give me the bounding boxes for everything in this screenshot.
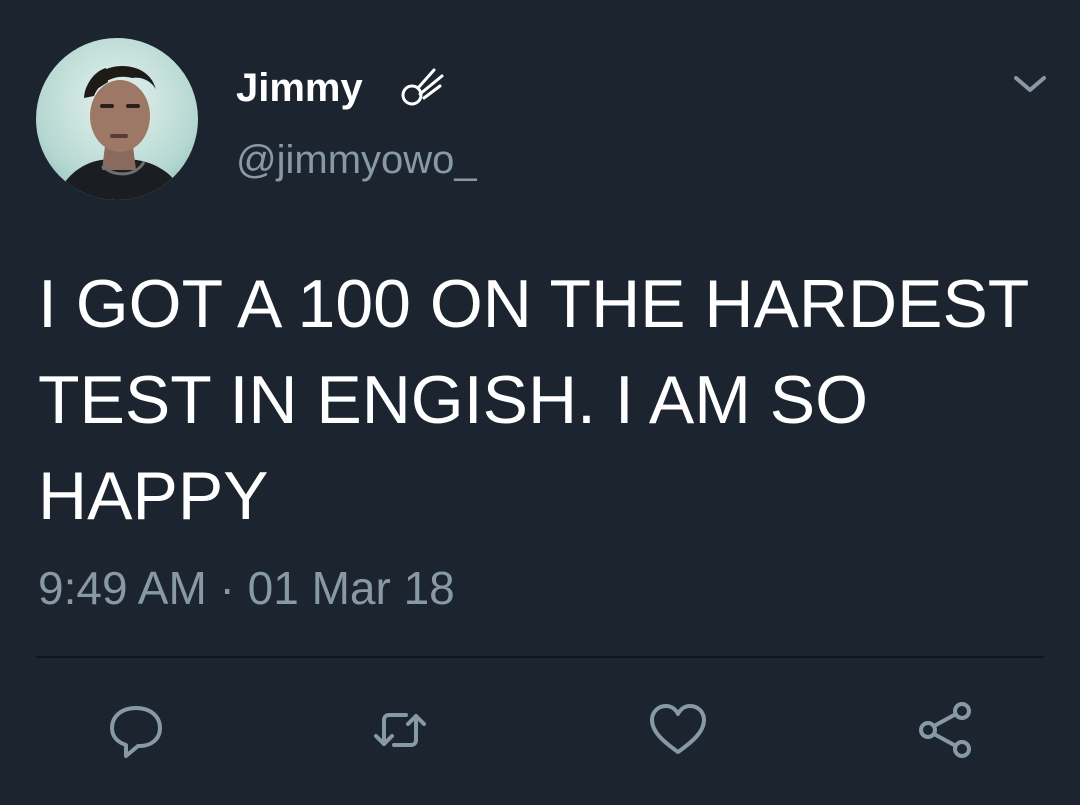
timestamp[interactable]: 9:49 AM · 01 Mar 18: [38, 560, 455, 616]
heart-icon: [650, 704, 706, 754]
reply-icon: [110, 706, 162, 758]
comet-icon: [401, 68, 444, 106]
like-button[interactable]: [646, 698, 710, 762]
avatar-photo: [36, 38, 198, 200]
retweet-button[interactable]: [368, 698, 432, 762]
tweet-card: Jimmy @jimmyowo_ I GOT A 100 ON THE HARD…: [0, 0, 1080, 805]
retweet-icon: [374, 713, 426, 747]
share-icon: [919, 702, 971, 758]
divider: [36, 656, 1044, 658]
tweet-text: I GOT A 100 ON THE HARDEST TEST IN ENGIS…: [38, 266, 1029, 534]
author-name[interactable]: Jimmy: [236, 64, 363, 112]
reply-button[interactable]: [104, 698, 168, 762]
chevron-down-icon[interactable]: [1010, 68, 1050, 100]
author-handle[interactable]: @jimmyowo_: [236, 136, 477, 184]
avatar[interactable]: [36, 38, 198, 200]
share-button[interactable]: [914, 698, 978, 762]
